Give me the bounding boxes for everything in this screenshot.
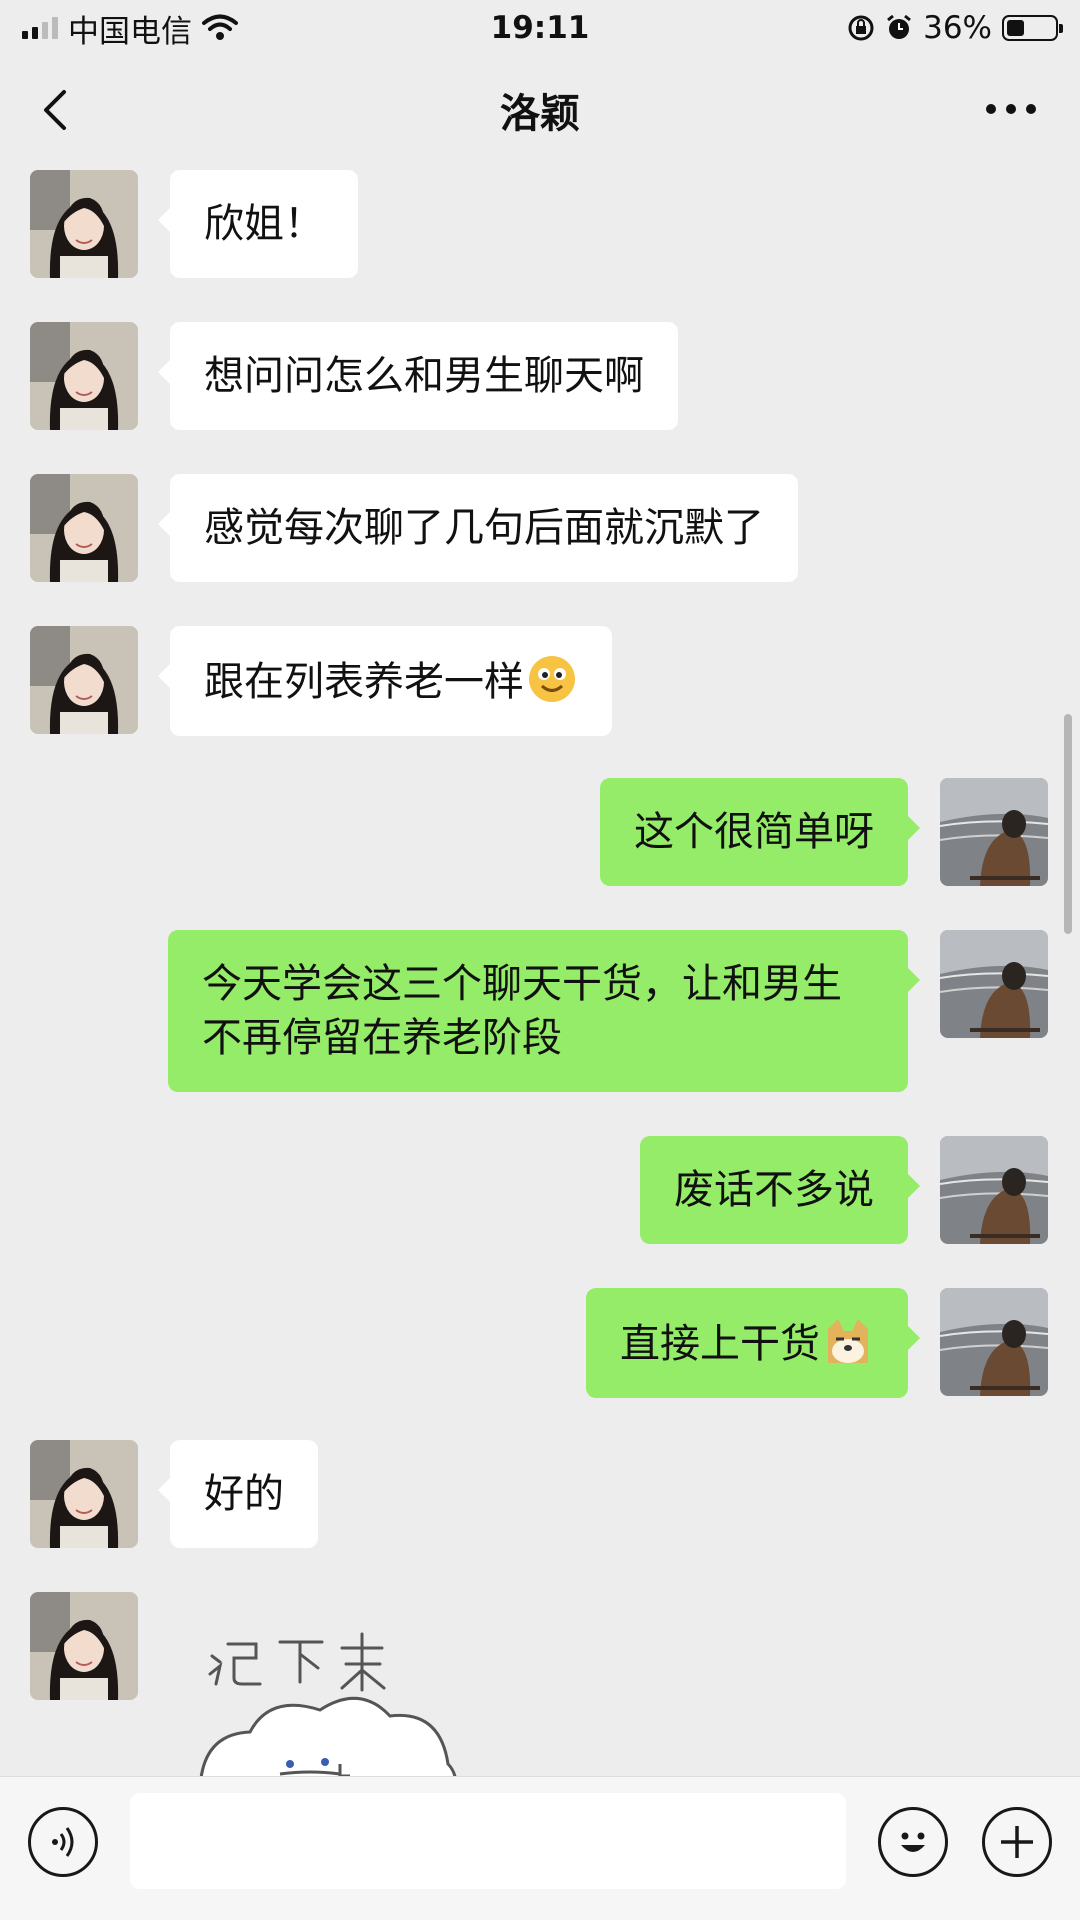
sent-message: 这个很简单呀 xyxy=(600,778,1048,886)
battery-fill xyxy=(1007,20,1024,36)
sticker-image[interactable] xyxy=(190,1614,490,1776)
voice-waves-icon xyxy=(52,1827,74,1857)
status-left: 中国电信 xyxy=(22,6,238,51)
received-message: 感觉每次聊了几句后面就沉默了 xyxy=(30,474,798,582)
contact-avatar[interactable] xyxy=(30,626,138,734)
plus-icon[interactable] xyxy=(982,1807,1052,1877)
battery-percent: 36% xyxy=(923,10,992,46)
message-text: 废话不多说 xyxy=(674,1167,874,1213)
plus-sign-icon xyxy=(1001,1826,1033,1858)
message-text: 直接上干货 xyxy=(620,1321,820,1367)
message-text: 这个很简单呀 xyxy=(634,809,874,855)
message-text: 好的 xyxy=(204,1471,284,1517)
my-avatar[interactable] xyxy=(940,930,1048,1038)
received-message xyxy=(30,1592,138,1700)
contact-avatar[interactable] xyxy=(30,170,138,278)
status-right: 36% xyxy=(847,10,1063,46)
received-message: 跟在列表养老一样 xyxy=(30,626,612,736)
chevron-left-icon[interactable] xyxy=(34,84,82,136)
scrollbar[interactable] xyxy=(1064,714,1072,934)
smiley-icon[interactable] xyxy=(878,1807,948,1877)
sticker-handwriting xyxy=(208,1632,386,1692)
message-bubble[interactable]: 欣姐！ xyxy=(158,170,358,278)
contact-avatar[interactable] xyxy=(30,1592,138,1700)
contact-avatar[interactable] xyxy=(30,1440,138,1548)
message-bubble[interactable]: 这个很简单呀 xyxy=(600,778,920,886)
message-input[interactable] xyxy=(130,1793,846,1889)
sent-message: 今天学会这三个聊天干货，让和男生不再停留在养老阶段 xyxy=(168,930,1048,1092)
input-bar xyxy=(0,1776,1080,1920)
message-text: 今天学会这三个聊天干货，让和男生不再停留在养老阶段 xyxy=(202,961,842,1061)
doge-emoji-icon xyxy=(828,1319,868,1363)
chat-title: 洛颖 xyxy=(500,91,580,137)
message-bubble[interactable]: 直接上干货 xyxy=(586,1288,920,1398)
message-text: 想问问怎么和男生聊天啊 xyxy=(204,353,644,399)
signal-icon xyxy=(22,17,58,39)
message-text: 跟在列表养老一样 xyxy=(204,659,524,705)
contact-avatar[interactable] xyxy=(30,474,138,582)
more-dots-icon[interactable] xyxy=(986,104,1036,114)
rotation-lock-icon xyxy=(848,15,874,41)
message-text: 欣姐！ xyxy=(204,201,324,247)
message-text: 感觉每次聊了几句后面就沉默了 xyxy=(204,505,764,551)
alarm-icon xyxy=(887,14,912,39)
message-bubble[interactable]: 今天学会这三个聊天干货，让和男生不再停留在养老阶段 xyxy=(168,930,920,1092)
received-message: 好的 xyxy=(30,1440,318,1548)
battery-icon xyxy=(1002,15,1063,41)
wifi-icon xyxy=(202,14,238,40)
carrier-label: 中国电信 xyxy=(68,13,192,50)
status-bar: 中国电信 19:11 36% xyxy=(0,0,1080,56)
sent-message: 直接上干货 xyxy=(586,1288,1048,1398)
voice-icon[interactable] xyxy=(28,1807,98,1877)
message-bubble[interactable]: 感觉每次聊了几句后面就沉默了 xyxy=(158,474,798,582)
received-message: 欣姐！ xyxy=(30,170,358,278)
grinning-face-emoji-icon xyxy=(529,656,575,702)
message-bubble[interactable]: 跟在列表养老一样 xyxy=(158,626,612,736)
smiley-face-icon xyxy=(901,1832,925,1852)
message-bubble[interactable]: 废话不多说 xyxy=(640,1136,920,1244)
contact-avatar[interactable] xyxy=(30,322,138,430)
received-message: 想问问怎么和男生聊天啊 xyxy=(30,322,678,430)
message-bubble[interactable]: 想问问怎么和男生聊天啊 xyxy=(158,322,678,430)
chat-area[interactable]: 欣姐！ 想问问怎么和男生聊天啊 感觉每次聊了几句后面就沉默了 跟在列表养老一样 … xyxy=(0,164,1080,1776)
my-avatar[interactable] xyxy=(940,1136,1048,1244)
my-avatar[interactable] xyxy=(940,778,1048,886)
nav-bar: 洛颖 xyxy=(0,56,1080,164)
sent-message: 废话不多说 xyxy=(640,1136,1048,1244)
my-avatar[interactable] xyxy=(940,1288,1048,1396)
message-bubble[interactable]: 好的 xyxy=(158,1440,318,1548)
